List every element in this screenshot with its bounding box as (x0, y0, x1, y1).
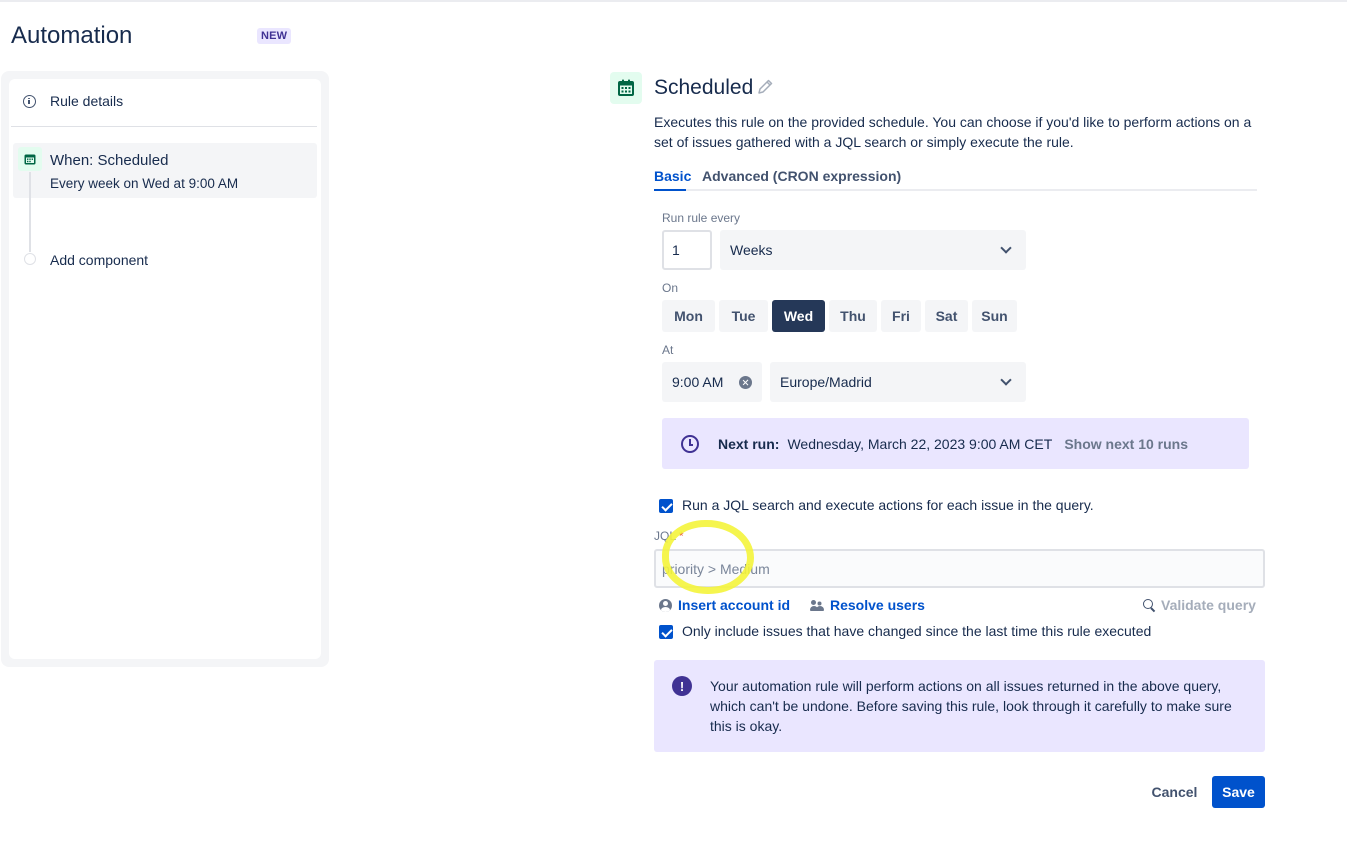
active-tab-indicator (654, 189, 686, 191)
rule-details-item[interactable]: Rule details (23, 91, 123, 111)
run-every-label: Run rule every (662, 211, 741, 225)
next-run-banner: Next run: Wednesday, March 22, 2023 9:00… (662, 418, 1249, 469)
info-icon (23, 94, 36, 108)
schedule-tabs: Basic Advanced (CRON expression) (654, 166, 1257, 191)
top-border (0, 0, 1347, 2)
clock-icon (681, 434, 699, 453)
people-icon (810, 599, 824, 611)
clear-icon[interactable] (739, 375, 752, 389)
resolve-users-link[interactable]: Resolve users (810, 596, 925, 614)
component-description: Executes this rule on the provided sched… (654, 114, 1252, 150)
time-value: 9:00 AM (672, 374, 724, 390)
day-button-wed[interactable]: Wed (772, 300, 825, 332)
yellow-highlight-annotation (662, 520, 754, 594)
warning-banner: ! Your automation rule will perform acti… (654, 660, 1265, 752)
save-button[interactable]: Save (1212, 776, 1265, 808)
sidebar-divider (11, 126, 317, 127)
validate-query-button[interactable]: Validate query (1143, 596, 1256, 614)
next-run-label: Next run: (718, 435, 780, 452)
run-every-unit-value: Weeks (730, 242, 773, 258)
pencil-icon[interactable] (756, 78, 774, 96)
calendar-icon (610, 72, 642, 104)
insert-account-id-link[interactable]: Insert account id (659, 596, 790, 614)
timezone-value: Europe/Madrid (780, 374, 872, 390)
next-run-value: Wednesday, March 22, 2023 9:00 AM CET (787, 435, 1053, 452)
add-component-link[interactable]: Add component (50, 252, 148, 268)
warning-text: Your automation rule will perform action… (710, 678, 1232, 734)
day-button-fri[interactable]: Fri (881, 300, 921, 332)
day-button-thu[interactable]: Thu (829, 300, 877, 332)
user-icon (659, 598, 672, 612)
tab-advanced-cron[interactable]: Advanced (CRON expression) (702, 168, 901, 184)
time-picker[interactable]: 9:00 AM (662, 362, 762, 402)
tab-basic[interactable]: Basic (654, 168, 691, 184)
page-title: Automation (11, 22, 133, 49)
jql-search-checkbox-label: Run a JQL search and execute actions for… (682, 497, 1094, 513)
run-every-number-input[interactable]: 1 (662, 230, 712, 270)
new-badge: NEW (257, 28, 292, 44)
on-label: On (662, 281, 679, 295)
timeline-connector (29, 172, 31, 252)
insert-account-id-label: Insert account id (678, 597, 791, 613)
add-component-dot-icon (24, 253, 36, 265)
resolve-users-label: Resolve users (830, 597, 925, 613)
component-title: Scheduled (654, 76, 754, 99)
trigger-title: When: Scheduled (50, 152, 169, 169)
search-icon (1143, 599, 1155, 611)
calendar-icon (18, 147, 42, 171)
chevron-down-icon (1000, 242, 1012, 254)
at-label: At (662, 343, 674, 357)
exclamation-icon: ! (672, 676, 692, 696)
run-every-unit-select[interactable]: Weeks (720, 230, 1026, 270)
jql-search-checkbox[interactable] (659, 499, 673, 513)
day-button-tue[interactable]: Tue (719, 300, 768, 332)
day-button-mon[interactable]: Mon (662, 300, 715, 332)
rule-details-label: Rule details (50, 93, 124, 109)
changed-only-checkbox[interactable] (659, 625, 673, 639)
cancel-button[interactable]: Cancel (1145, 776, 1204, 808)
show-next-runs-link[interactable]: Show next 10 runs (1064, 436, 1188, 452)
day-button-sun[interactable]: Sun (972, 300, 1017, 332)
day-button-sat[interactable]: Sat (925, 300, 968, 332)
trigger-summary: Every week on Wed at 9:00 AM (50, 176, 239, 191)
changed-only-checkbox-label: Only include issues that have changed si… (682, 623, 1152, 639)
timezone-select[interactable]: Europe/Madrid (770, 362, 1026, 402)
day-selector: Mon Tue Wed Thu Fri Sat Sun (662, 300, 1017, 332)
chevron-down-icon (1000, 374, 1012, 386)
validate-query-label: Validate query (1161, 597, 1256, 613)
